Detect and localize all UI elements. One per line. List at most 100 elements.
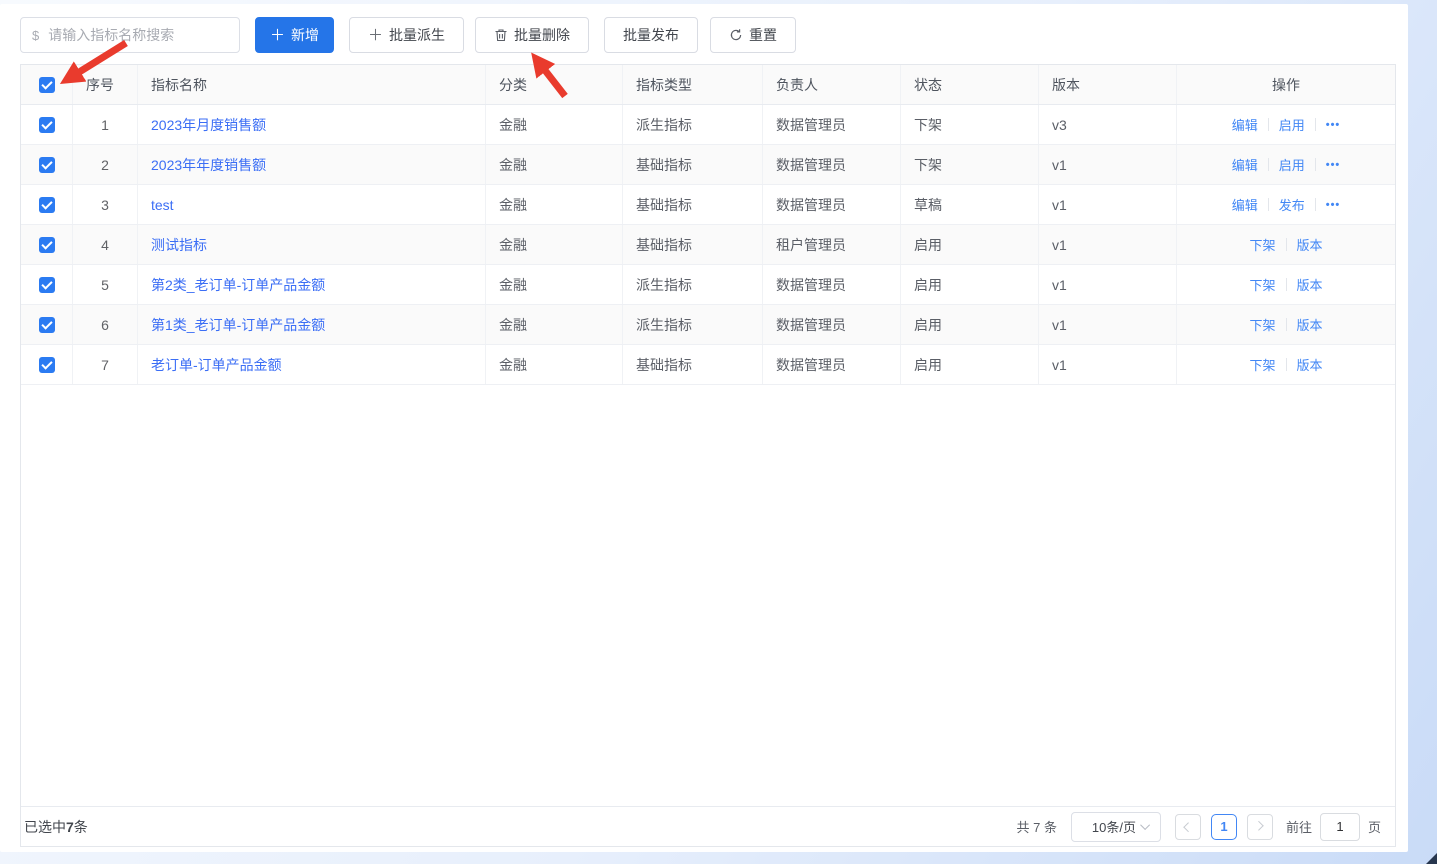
row-action-link[interactable]: 版本 [1297, 315, 1323, 334]
row-number: 6 [73, 305, 138, 344]
selected-count-text: 已选中7条 [24, 818, 88, 835]
row-checkbox[interactable] [38, 236, 55, 253]
prev-page-button[interactable] [1174, 813, 1201, 840]
indicator-name-link[interactable]: 2023年月度销售额 [151, 115, 266, 135]
row-action-link[interactable]: 编辑 [1232, 195, 1258, 214]
row-type: 基础指标 [623, 225, 763, 264]
more-actions-button[interactable]: ••• [1326, 199, 1341, 211]
row-status: 启用 [901, 265, 1039, 304]
row-number: 1 [73, 105, 138, 144]
batch-derive-button[interactable]: ＋ 批量派生 [349, 17, 465, 53]
row-action-link[interactable]: 下架 [1249, 355, 1275, 374]
indicator-name-link[interactable]: 2023年年度销售额 [151, 155, 266, 175]
row-status: 启用 [901, 305, 1039, 344]
action-divider [1314, 198, 1316, 211]
action-divider [1285, 238, 1287, 251]
column-header-status: 状态 [901, 65, 1039, 104]
row-action-link[interactable]: 启用 [1279, 115, 1305, 134]
table-row: 3 test 金融 基础指标 数据管理员 草稿 v1 编辑 发布 ••• [21, 185, 1395, 225]
more-actions-button[interactable]: ••• [1326, 119, 1341, 131]
row-category: 金融 [486, 105, 623, 144]
row-number: 4 [73, 225, 138, 264]
row-action-link[interactable]: 启用 [1279, 155, 1305, 174]
select-all-checkbox[interactable] [38, 76, 55, 93]
more-actions-button[interactable]: ••• [1326, 159, 1341, 171]
toolbar: $ ＋ 新增 ＋ 批量派生 批量删除 批量发布 [20, 17, 797, 53]
row-checkbox[interactable] [38, 116, 55, 133]
row-actions: 编辑 启用 ••• [1177, 145, 1395, 184]
row-type: 基础指标 [623, 345, 763, 384]
reset-button[interactable]: 重置 [710, 17, 797, 53]
indicator-name-link[interactable]: test [151, 197, 174, 213]
row-number: 7 [73, 345, 138, 384]
refresh-icon [729, 28, 743, 42]
row-action-link[interactable]: 编辑 [1232, 115, 1258, 134]
row-status: 下架 [901, 105, 1039, 144]
row-action-link[interactable]: 下架 [1249, 315, 1275, 334]
row-version: v1 [1039, 305, 1177, 344]
row-action-link[interactable]: 发布 [1279, 195, 1305, 214]
row-category: 金融 [486, 225, 623, 264]
row-owner: 数据管理员 [763, 265, 901, 304]
row-actions: 编辑 发布 ••• [1177, 185, 1395, 224]
row-version: v1 [1039, 225, 1177, 264]
row-action-link[interactable]: 版本 [1297, 235, 1323, 254]
row-action-link[interactable]: 版本 [1297, 355, 1323, 374]
add-button[interactable]: ＋ 新增 [255, 17, 335, 53]
trash-icon [494, 28, 508, 42]
row-type: 基础指标 [623, 185, 763, 224]
table-row: 1 2023年月度销售额 金融 派生指标 数据管理员 下架 v3 编辑 启用 ••• [21, 105, 1395, 145]
row-number: 2 [73, 145, 138, 184]
row-version: v1 [1039, 345, 1177, 384]
plus-icon: ＋ [368, 26, 384, 44]
corner-artifact [1426, 853, 1437, 864]
page-number-button[interactable]: 1 [1210, 813, 1237, 840]
row-category: 金融 [486, 265, 623, 304]
batch-delete-button[interactable]: 批量删除 [475, 17, 590, 53]
row-owner: 数据管理员 [763, 105, 901, 144]
row-action-link[interactable]: 下架 [1249, 275, 1275, 294]
row-version: v1 [1039, 185, 1177, 224]
row-checkbox[interactable] [38, 276, 55, 293]
search-input-wrapper: $ [20, 17, 240, 53]
goto-page-input[interactable] [1319, 812, 1360, 841]
row-checkbox[interactable] [38, 156, 55, 173]
row-checkbox[interactable] [38, 196, 55, 213]
action-divider [1267, 118, 1269, 131]
table-footer: 已选中7条 共 7 条 10条/页 1 前往 页 [21, 806, 1395, 846]
indicator-name-link[interactable]: 测试指标 [151, 235, 207, 255]
row-action-link[interactable]: 下架 [1249, 235, 1275, 254]
content-panel: $ ＋ 新增 ＋ 批量派生 批量删除 批量发布 [0, 4, 1408, 852]
row-actions: 下架 版本 [1177, 265, 1395, 304]
row-checkbox[interactable] [38, 356, 55, 373]
table-row: 2 2023年年度销售额 金融 基础指标 数据管理员 下架 v1 编辑 启用 ••• [21, 145, 1395, 185]
column-header-type: 指标类型 [623, 65, 763, 104]
chevron-left-icon [1183, 822, 1194, 833]
search-input[interactable] [48, 27, 230, 43]
row-type: 派生指标 [623, 305, 763, 344]
indicator-name-link[interactable]: 老订单-订单产品金额 [151, 355, 282, 375]
next-page-button[interactable] [1246, 813, 1273, 840]
action-divider [1267, 158, 1269, 171]
search-prefix-icon: $ [32, 27, 40, 43]
action-divider [1314, 158, 1316, 171]
batch-publish-button[interactable]: 批量发布 [604, 17, 699, 53]
plus-icon: ＋ [270, 26, 286, 44]
row-action-link[interactable]: 编辑 [1232, 155, 1258, 174]
page-size-select[interactable]: 10条/页 [1070, 811, 1161, 842]
row-action-link[interactable]: 版本 [1297, 275, 1323, 294]
row-type: 派生指标 [623, 105, 763, 144]
action-divider [1285, 318, 1287, 331]
row-checkbox[interactable] [38, 316, 55, 333]
row-actions: 编辑 启用 ••• [1177, 105, 1395, 144]
indicator-table: 序号 指标名称 分类 指标类型 负责人 状态 版本 操作 1 2023年月度销售… [20, 64, 1396, 847]
indicator-name-link[interactable]: 第1类_老订单-订单产品金额 [151, 315, 325, 335]
column-header-name: 指标名称 [138, 65, 486, 104]
indicator-name-link[interactable]: 第2类_老订单-订单产品金额 [151, 275, 325, 295]
column-header-operations: 操作 [1272, 76, 1300, 93]
row-type: 派生指标 [623, 265, 763, 304]
table-body: 1 2023年月度销售额 金融 派生指标 数据管理员 下架 v3 编辑 启用 •••… [21, 105, 1395, 385]
column-header-owner: 负责人 [763, 65, 901, 104]
row-type: 基础指标 [623, 145, 763, 184]
action-divider [1285, 278, 1287, 291]
